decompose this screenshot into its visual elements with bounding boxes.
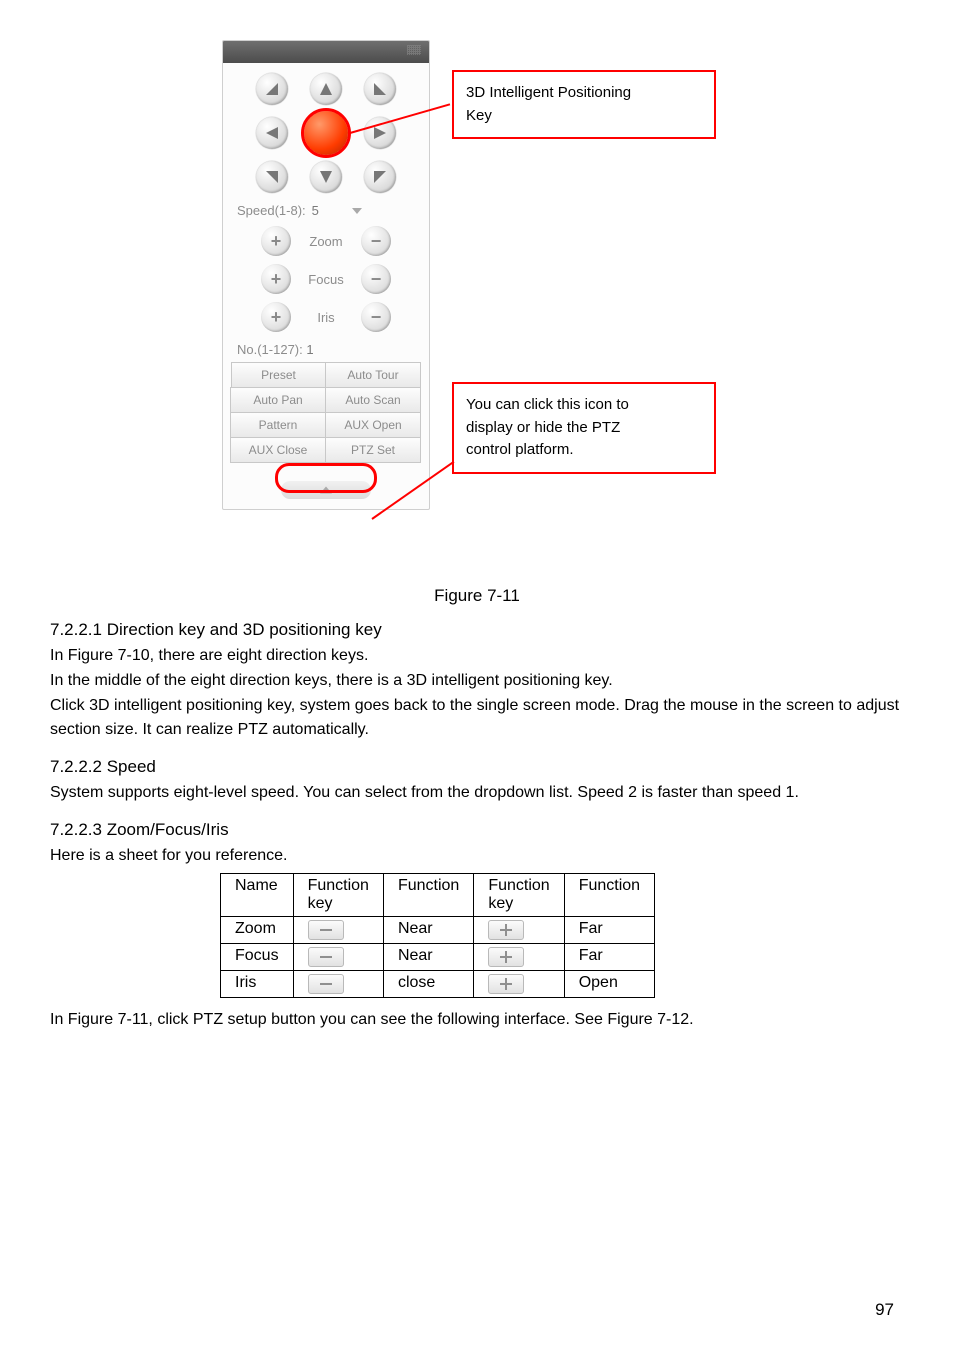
table-header-row: Name Functionkey Function Functionkey Fu… bbox=[221, 873, 655, 916]
paragraph: System supports eight-level speed. You c… bbox=[50, 781, 904, 806]
preset-no-value[interactable]: 1 bbox=[306, 342, 313, 357]
callout-text: 3D Intelligent Positioning bbox=[466, 82, 702, 105]
paragraph: In Figure 7-10, there are eight directio… bbox=[50, 644, 904, 669]
table-cell: Near bbox=[383, 916, 473, 943]
table-row: Iris close Open bbox=[221, 970, 655, 997]
ptz-set-button[interactable]: PTZ Set bbox=[325, 437, 421, 463]
3d-positioning-button[interactable] bbox=[304, 111, 348, 155]
table-cell bbox=[474, 970, 564, 997]
speed-dropdown-icon[interactable] bbox=[352, 208, 362, 214]
paragraph: Click 3D intelligent positioning key, sy… bbox=[50, 694, 904, 744]
figure-caption: Figure 7-11 bbox=[50, 586, 904, 606]
table-header: Functionkey bbox=[293, 873, 383, 916]
figure-7-11: Speed(1-8): 5 + Zoom − + Focus − + Iris … bbox=[222, 40, 732, 580]
callout-text: display or hide the PTZ bbox=[466, 417, 702, 440]
table-header: Name bbox=[221, 873, 294, 916]
focus-row: + Focus − bbox=[223, 260, 429, 298]
table-header: Function bbox=[383, 873, 473, 916]
table-cell: Open bbox=[564, 970, 654, 997]
table-cell: close bbox=[383, 970, 473, 997]
speed-value[interactable]: 5 bbox=[312, 203, 346, 218]
ptz-control-panel: Speed(1-8): 5 + Zoom − + Focus − + Iris … bbox=[222, 40, 430, 510]
paragraph: In the middle of the eight direction key… bbox=[50, 669, 904, 694]
iris-row: + Iris − bbox=[223, 298, 429, 336]
zoom-minus-button[interactable]: − bbox=[361, 226, 391, 256]
table-cell bbox=[474, 943, 564, 970]
focus-plus-button[interactable]: + bbox=[261, 264, 291, 294]
preset-no-row: No.(1-127): 1 bbox=[223, 336, 429, 363]
auto-pan-button[interactable]: Auto Pan bbox=[230, 387, 326, 413]
heading-7-2-2-3: 7.2.2.3 Zoom/Focus/Iris bbox=[50, 820, 904, 840]
table-cell: Zoom bbox=[221, 916, 294, 943]
table-cell bbox=[474, 916, 564, 943]
table-header: Function bbox=[564, 873, 654, 916]
paragraph: In Figure 7-11, click PTZ setup button y… bbox=[50, 1008, 904, 1033]
plus-icon bbox=[488, 920, 524, 940]
auto-scan-button[interactable]: Auto Scan bbox=[325, 387, 421, 413]
zoom-row: + Zoom − bbox=[223, 222, 429, 260]
table-cell: Focus bbox=[221, 943, 294, 970]
plus-icon bbox=[488, 947, 524, 967]
ptz-button-grid: Preset Auto Tour Auto Pan Auto Scan Patt… bbox=[223, 363, 429, 463]
minus-icon bbox=[308, 947, 344, 967]
callout-text: You can click this icon to bbox=[466, 394, 702, 417]
dir-down-left-button[interactable] bbox=[256, 161, 288, 193]
preset-button[interactable]: Preset bbox=[231, 362, 326, 388]
iris-minus-button[interactable]: − bbox=[361, 302, 391, 332]
aux-open-button[interactable]: AUX Open bbox=[325, 412, 421, 438]
aux-close-button[interactable]: AUX Close bbox=[230, 437, 326, 463]
direction-pad bbox=[246, 73, 406, 193]
table-row: Focus Near Far bbox=[221, 943, 655, 970]
minus-icon bbox=[308, 920, 344, 940]
callout-text: control platform. bbox=[466, 439, 702, 462]
table-cell: Near bbox=[383, 943, 473, 970]
ptz-panel-titlebar[interactable] bbox=[223, 41, 429, 63]
callout-drawer: You can click this icon to display or hi… bbox=[452, 382, 716, 474]
speed-row: Speed(1-8): 5 bbox=[223, 197, 429, 222]
dir-up-button[interactable] bbox=[310, 73, 342, 105]
dir-left-button[interactable] bbox=[256, 117, 288, 149]
minus-icon bbox=[308, 974, 344, 994]
dir-up-left-button[interactable] bbox=[256, 73, 288, 105]
table-cell: Iris bbox=[221, 970, 294, 997]
heading-7-2-2-2: 7.2.2.2 Speed bbox=[50, 757, 904, 777]
table-cell bbox=[293, 916, 383, 943]
dir-down-button[interactable] bbox=[310, 161, 342, 193]
table-cell bbox=[293, 943, 383, 970]
focus-minus-button[interactable]: − bbox=[361, 264, 391, 294]
speed-label: Speed(1-8): bbox=[237, 203, 306, 218]
pattern-button[interactable]: Pattern bbox=[230, 412, 326, 438]
table-cell: Far bbox=[564, 943, 654, 970]
table-cell bbox=[293, 970, 383, 997]
zoom-focus-iris-table: Name Functionkey Function Functionkey Fu… bbox=[220, 873, 655, 998]
callout-3d-key: 3D Intelligent Positioning Key bbox=[452, 70, 716, 139]
dir-down-right-button[interactable] bbox=[364, 161, 396, 193]
iris-plus-button[interactable]: + bbox=[261, 302, 291, 332]
panel-collapse-toggle[interactable] bbox=[281, 481, 371, 499]
table-row: Zoom Near Far bbox=[221, 916, 655, 943]
dir-up-right-button[interactable] bbox=[364, 73, 396, 105]
focus-label: Focus bbox=[303, 272, 349, 287]
auto-tour-button[interactable]: Auto Tour bbox=[325, 362, 421, 388]
paragraph: Here is a sheet for you reference. bbox=[50, 844, 904, 869]
table-cell: Far bbox=[564, 916, 654, 943]
zoom-label: Zoom bbox=[303, 234, 349, 249]
page-number: 97 bbox=[875, 1300, 894, 1320]
heading-7-2-2-1: 7.2.2.1 Direction key and 3D positioning… bbox=[50, 620, 904, 640]
preset-no-label: No.(1-127): bbox=[237, 342, 303, 357]
iris-label: Iris bbox=[303, 310, 349, 325]
zoom-plus-button[interactable]: + bbox=[261, 226, 291, 256]
table-header: Functionkey bbox=[474, 873, 564, 916]
callout-text: Key bbox=[466, 105, 702, 128]
plus-icon bbox=[488, 974, 524, 994]
